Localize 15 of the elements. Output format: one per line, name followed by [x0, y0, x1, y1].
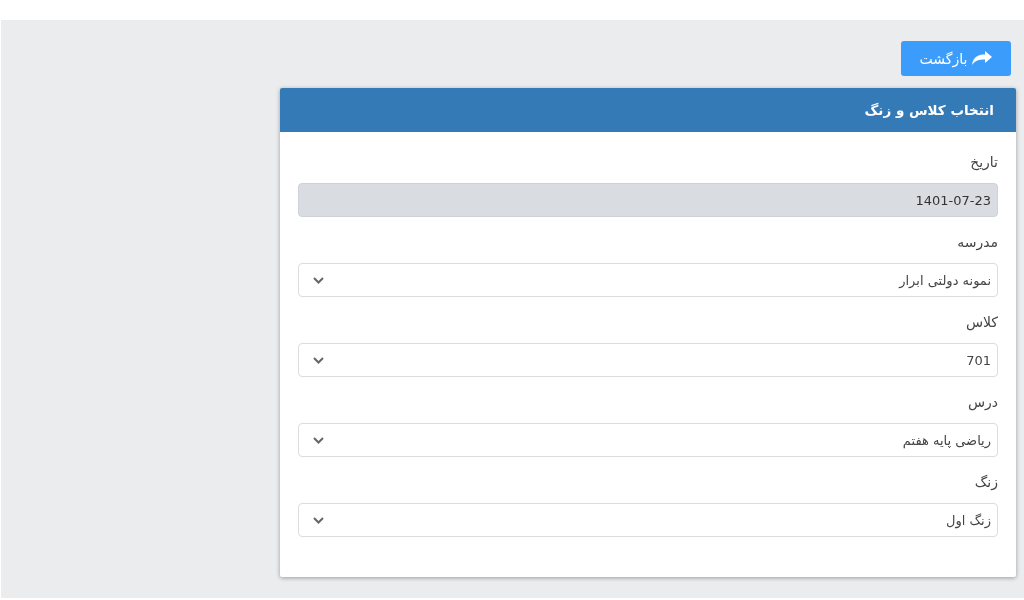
- field-label: زنگ: [974, 473, 998, 492]
- chevron-down-icon: [313, 276, 324, 284]
- panel-header: انتخاب کلاس و زنگ: [280, 88, 1016, 132]
- chevron-down-icon: [313, 516, 324, 524]
- field-label: کلاس: [965, 313, 998, 332]
- field-label: درس: [967, 393, 998, 412]
- chevron-down-icon: [313, 356, 324, 364]
- dropdown-field[interactable]: 701: [298, 343, 998, 377]
- curved-arrow-icon: [972, 50, 993, 67]
- field-label: مدرسه: [957, 233, 998, 252]
- dropdown-field[interactable]: ریاضی پایه هفتم: [298, 423, 998, 457]
- chevron-down-icon: [313, 436, 324, 444]
- field-label: تاریخ: [970, 153, 998, 172]
- dropdown-field[interactable]: زنگ اول: [298, 503, 998, 537]
- dropdown-field[interactable]: نمونه دولتی ابرار: [298, 263, 998, 297]
